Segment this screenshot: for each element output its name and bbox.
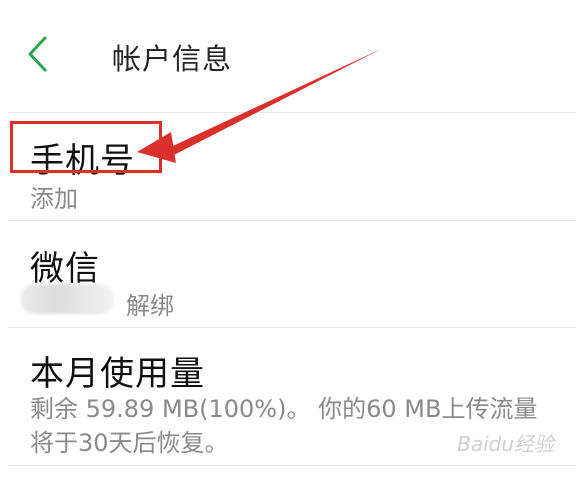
monthly-usage-label: 本月使用量 — [30, 354, 205, 394]
back-button[interactable] — [18, 32, 58, 76]
phone-number-add: 添加 — [30, 185, 78, 213]
page-title: 帐户信息 — [112, 42, 233, 76]
blurred-account-name — [20, 284, 114, 314]
annotation-highlight-box — [10, 121, 162, 173]
app-header: 帐户信息 — [0, 0, 584, 112]
divider — [8, 465, 576, 466]
wechat-row[interactable]: 微信 解绑 — [0, 221, 584, 327]
wechat-label: 微信 — [30, 249, 100, 289]
unbind-link[interactable]: 解绑 — [126, 286, 174, 321]
chevron-left-icon — [28, 36, 47, 72]
watermark-logo: Baidu经验 — [457, 432, 554, 456]
